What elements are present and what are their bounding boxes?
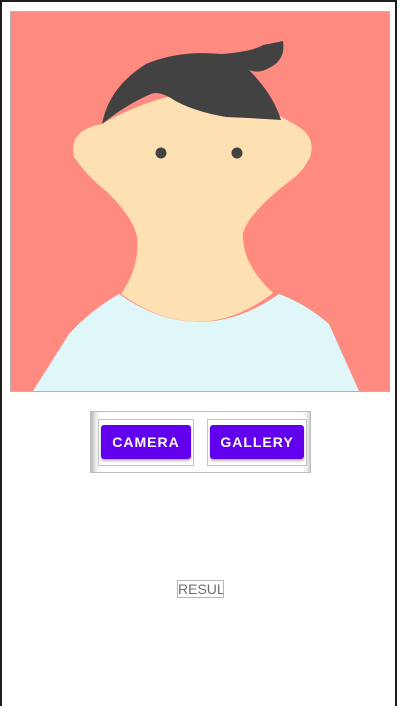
button-bar: Camera Gallery (90, 411, 311, 473)
gallery-button[interactable]: Gallery (210, 425, 304, 459)
gallery-button-container: Gallery (207, 419, 307, 466)
camera-button[interactable]: Camera (101, 425, 191, 459)
image-view (10, 11, 390, 392)
left-eye (155, 147, 167, 159)
right-eye (231, 147, 243, 159)
result-text: RESULT (177, 580, 224, 598)
camera-button-container: Camera (98, 419, 194, 466)
avatar-illustration (11, 12, 389, 391)
app-screen: Camera Gallery RESULT (0, 0, 397, 706)
